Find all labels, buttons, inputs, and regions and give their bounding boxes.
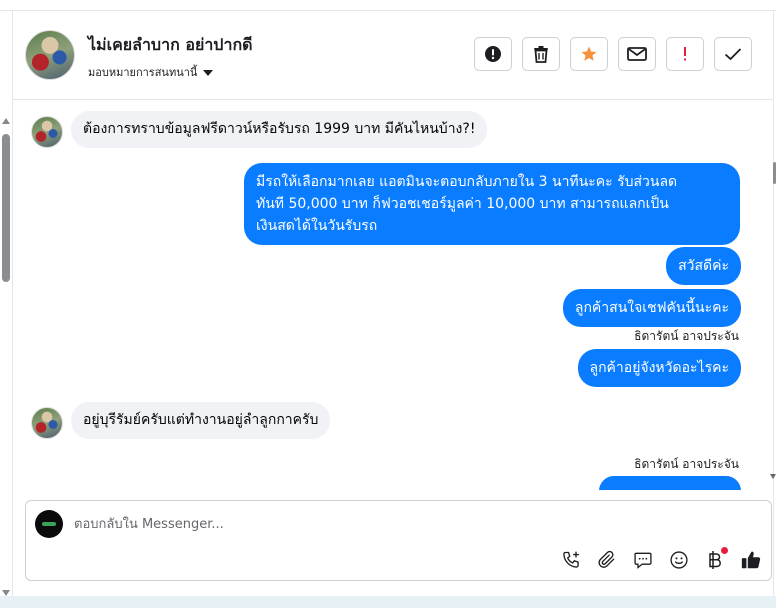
alert-circle-icon	[485, 46, 501, 62]
saved-replies-button[interactable]	[632, 549, 654, 571]
message-line: ทันที 50,000 บาท ก็ฟวอชเชอร์มูลค่า 10,00…	[256, 196, 669, 212]
paperclip-icon	[598, 550, 615, 568]
trash-icon	[534, 46, 548, 63]
outgoing-message: ลูกค้าสนใจเชฟคันนี้นะคะ	[562, 289, 741, 327]
sender-name: ธิดารัตน์ อาจประจัน	[634, 457, 739, 471]
message-line: มีรถให้เลือกมากเลย แอตมินจะตอบกลับภายใน …	[256, 174, 678, 190]
page-footer-strip	[0, 596, 776, 608]
checkmark-icon	[724, 48, 742, 61]
done-button[interactable]	[714, 37, 752, 71]
contact-avatar-small[interactable]	[31, 407, 63, 439]
reply-composer	[25, 500, 772, 581]
message-line: เงินสดได้ในวันรับรถ	[256, 218, 378, 234]
chat-bubble-icon	[634, 552, 652, 569]
thumbs-up-icon	[741, 551, 761, 569]
assign-conversation-dropdown[interactable]: มอบหมายการสนทนานี้	[88, 63, 214, 81]
attach-button[interactable]	[596, 549, 618, 571]
star-icon	[581, 46, 597, 61]
delete-button[interactable]	[522, 37, 560, 71]
exclamation-icon	[684, 47, 686, 61]
emoji-button[interactable]	[668, 549, 690, 571]
caret-down-icon	[203, 70, 214, 76]
outgoing-message: มีรถให้เลือกมากเลย แอตมินจะตอบกลับภายใน …	[244, 163, 740, 245]
baht-icon	[709, 551, 721, 569]
outgoing-message: ลูกค้าอยู่จังหวัดอะไรคะ	[577, 349, 741, 387]
add-call-button[interactable]	[560, 549, 582, 571]
contact-avatar[interactable]	[25, 30, 75, 80]
alert-button[interactable]	[474, 37, 512, 71]
window-top-bar	[0, 0, 776, 11]
spam-button[interactable]	[666, 37, 704, 71]
star-button[interactable]	[570, 37, 608, 71]
page-avatar	[35, 510, 63, 538]
incoming-message: อยู่บุรีรัมย์ครับแต่ทำงานอยู่ลำลูกกาครับ	[71, 402, 331, 439]
assign-label: มอบหมายการสนทนานี้	[88, 66, 198, 79]
contact-name[interactable]: ไม่เคยลำบาก อย่าปากดี	[88, 33, 253, 58]
like-button[interactable]	[740, 549, 762, 571]
mark-unread-button[interactable]	[618, 37, 656, 71]
conversation-header: ไม่เคยลำบาก อย่าปากดี มอบหมายการสนทนานี้	[13, 11, 774, 100]
notification-dot	[721, 547, 728, 554]
outgoing-message: สวัสดีค่ะ	[666, 247, 741, 285]
payment-button[interactable]	[704, 547, 728, 571]
contact-avatar-small[interactable]	[31, 116, 63, 148]
scrollbar-thumb[interactable]	[2, 134, 10, 282]
incoming-message: ต้องการทราบข้อมูลฟรีดาวน์หรือรับรถ 1999 …	[71, 111, 488, 148]
envelope-icon	[627, 47, 647, 61]
scroll-up-arrow-icon[interactable]	[2, 118, 10, 124]
reply-input[interactable]	[74, 513, 674, 535]
thread-scrollbar[interactable]	[0, 112, 12, 596]
phone-plus-icon	[563, 551, 579, 568]
smiley-icon	[670, 551, 688, 569]
sender-name: ธิดารัตน์ อาจประจัน	[634, 329, 739, 343]
outgoing-message-partial	[599, 476, 741, 490]
message-thread: ต้องการทราบข้อมูลฟรีดาวน์หรือรับรถ 1999 …	[13, 100, 773, 490]
